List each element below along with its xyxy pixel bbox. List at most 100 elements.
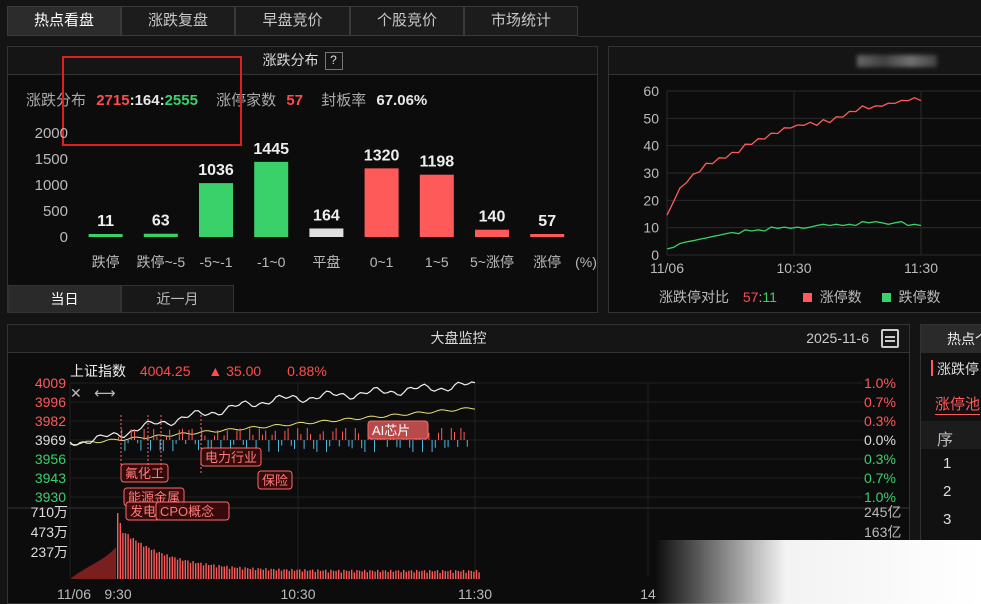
volume-bar [156, 552, 158, 579]
volume-bar [137, 542, 140, 579]
flow-bar [358, 433, 359, 440]
volume-bar [249, 568, 251, 579]
volume-bar [304, 569, 306, 579]
flow-bar [214, 435, 215, 440]
volume-bar [447, 571, 449, 579]
event-tag-label: AI芯片 [372, 423, 410, 438]
volume-bar [218, 564, 220, 579]
legend-up-swatch [802, 293, 812, 302]
flow-bar [438, 432, 439, 440]
pct-tick-label: 0.0% [864, 432, 896, 448]
limit-ratio-line-chart: 010203040506011/06 10:30 11:30 [643, 83, 981, 276]
calendar-icon[interactable] [881, 329, 899, 348]
flow-bar [159, 440, 161, 451]
side-marker [931, 360, 933, 376]
x-tick-label: 1~5 [425, 254, 449, 270]
volume-bar [278, 568, 280, 579]
bar [199, 183, 233, 237]
help-icon[interactable]: ? [324, 52, 343, 70]
flow-bar [217, 430, 219, 440]
volume-tick-label: 237万 [31, 544, 68, 560]
volume-bar [265, 568, 267, 579]
flow-bar [284, 430, 286, 440]
x-tick-label: 涨停 [533, 254, 561, 270]
volume-bar [314, 572, 316, 579]
flow-bar [223, 435, 225, 440]
flow-bar [290, 440, 292, 446]
flow-bar [127, 440, 129, 444]
amount-tick-label: 245亿 [864, 504, 901, 520]
pct-tick-label: 1.0% [864, 489, 896, 505]
flow-bar [399, 440, 401, 448]
event-tag: 发电 [125, 501, 161, 521]
flow-bar [386, 440, 388, 448]
flow-bar [265, 430, 267, 440]
volume-bar [449, 570, 452, 579]
tab-morning-auction[interactable]: 早盘竞价 [235, 6, 350, 36]
tab-market-stats[interactable]: 市场统计 [464, 6, 578, 36]
x-tick-label: 11:30 [904, 260, 938, 276]
volume-bar [182, 560, 184, 579]
x-tick-label: -1~0 [257, 254, 286, 270]
flow-bar [156, 436, 158, 440]
side-row-3[interactable]: 3 [943, 511, 951, 528]
flow-bar [140, 440, 142, 451]
subtab-month[interactable]: 近一月 [121, 285, 234, 313]
bar [309, 228, 344, 237]
bar [364, 168, 399, 237]
volume-bar [400, 572, 402, 579]
volume-bar [234, 567, 236, 579]
ratio-down: 11 [762, 289, 777, 305]
volume-bar [202, 565, 205, 579]
side-pool-tab[interactable]: 涨停池 [935, 393, 981, 415]
time-tick-label: 14 [640, 586, 656, 602]
flow-bar [134, 429, 135, 440]
volume-bar [410, 570, 413, 579]
price-tick-label: 3943 [35, 470, 66, 486]
flow-bar [172, 440, 174, 452]
side-sub[interactable]: 涨跌停 [937, 359, 979, 379]
flow-bar [431, 440, 433, 452]
volume-bar [330, 569, 332, 579]
side-row-1[interactable]: 1 [943, 455, 951, 472]
flow-bar [447, 440, 449, 448]
volume-bar [343, 569, 345, 579]
flow-bar [258, 428, 260, 440]
volume-bar [382, 570, 384, 579]
tab-review[interactable]: 涨跌复盘 [121, 6, 235, 36]
side-row-2[interactable]: 2 [943, 483, 951, 500]
volume-bar [397, 570, 400, 579]
price-tick-label: 4009 [35, 375, 66, 391]
volume-bar [351, 569, 353, 579]
tab-stock-auction[interactable]: 个股竞价 [350, 6, 464, 36]
volume-bar [179, 558, 181, 579]
expand-horizontal-icon[interactable]: ⟷ [94, 384, 116, 402]
monitor-date: 2025-11-6 [806, 330, 869, 346]
x-tick-label: 跌停 [92, 254, 120, 270]
y-tick-label: 0 [60, 229, 68, 246]
flow-bar [287, 428, 289, 440]
close-icon[interactable]: ✕ [70, 385, 82, 402]
pre-market-volume-area [70, 547, 116, 579]
side-title: 热点个 [921, 325, 981, 353]
volume-bar [176, 559, 179, 579]
price-tick-label: 3982 [35, 413, 66, 429]
flow-bar [239, 428, 241, 440]
bar [530, 234, 565, 237]
volume-bar [119, 523, 121, 579]
bar [254, 161, 289, 237]
event-tag: 保险 [257, 470, 293, 490]
subtab-today[interactable]: 当日 [8, 285, 121, 313]
y-tick-label: 1000 [35, 177, 68, 194]
volume-bar [299, 569, 301, 579]
volume-bar [369, 570, 371, 579]
bar-value-label: 1320 [364, 147, 400, 164]
volume-bar [208, 565, 210, 579]
flow-bar [450, 428, 452, 440]
flow-bar [226, 430, 228, 440]
volume-bar [475, 570, 478, 579]
tab-hot-watch[interactable]: 热点看盘 [7, 6, 121, 36]
volume-bar [317, 569, 319, 579]
y-tick-label: 2000 [35, 125, 68, 142]
flow-bar [175, 440, 177, 444]
